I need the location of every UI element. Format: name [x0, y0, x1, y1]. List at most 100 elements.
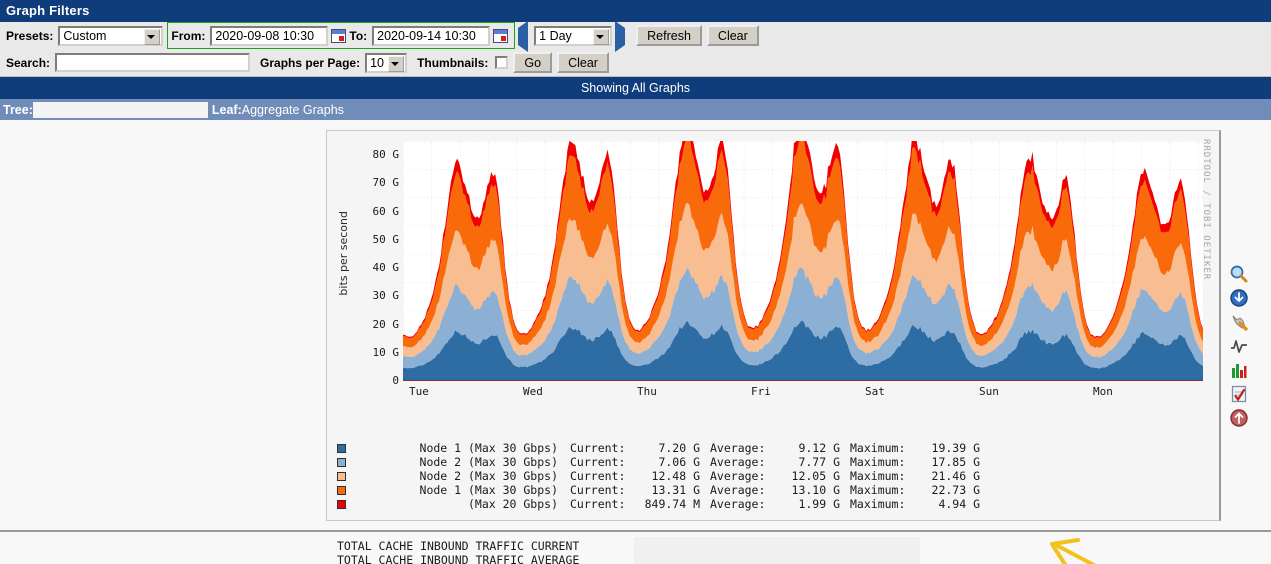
from-date-input[interactable] — [210, 25, 329, 46]
zoom-icon[interactable] — [1229, 264, 1249, 284]
realtime-icon[interactable] — [1229, 336, 1249, 356]
legend-maximum-label: Maximum: — [850, 497, 906, 511]
legend-series-name: Node 2 (Max 30 Gbps) — [419, 455, 558, 469]
presets-select[interactable]: Custom — [58, 25, 164, 46]
legend-maximum-value: 22.73 G — [931, 483, 980, 497]
chevron-left-icon — [518, 21, 529, 52]
panel-title: Graph Filters — [0, 0, 1271, 22]
y-tick-label: 60 G — [372, 204, 400, 218]
legend-current-value: 849.74 M — [644, 497, 700, 511]
filter-row-bottom: Search: Graphs per Page: 10 Thumbnails: … — [0, 49, 1271, 76]
x-tick-label: Mon — [1093, 385, 1113, 398]
leaf-value: Aggregate Graphs — [241, 102, 344, 117]
y-tick-label: 10 G — [372, 345, 400, 359]
legend-average-value: 12.05 G — [791, 469, 840, 483]
csv-export-icon[interactable] — [1229, 360, 1249, 380]
filter-row-top: Presets: Custom From: To: 1 Day Refresh — [0, 21, 1271, 52]
legend-current-value: 13.31 G — [651, 483, 700, 497]
go-button[interactable]: Go — [513, 52, 553, 73]
y-tick-label: 50 G — [372, 232, 400, 246]
y-axis-ticks: 0 10 G 20 G 30 G 40 G 50 G 60 G 70 G 80 G — [351, 141, 400, 387]
legend-average-value: 13.10 G — [791, 483, 840, 497]
previous-timespan-button[interactable] — [518, 21, 531, 52]
legend-maximum-value: 4.94 G — [938, 497, 980, 511]
date-range-group: From: To: — [167, 22, 516, 49]
legend-maximum-value: 19.39 G — [931, 441, 980, 455]
legend-maximum-label: Maximum: — [850, 455, 906, 469]
graphs-per-page-label: Graphs per Page: — [260, 55, 361, 70]
legend-color-swatch — [337, 485, 346, 495]
y-tick-label: 0 — [392, 374, 399, 387]
legend-maximum-label: Maximum: — [850, 483, 906, 497]
calendar-icon-to[interactable] — [493, 28, 509, 43]
legend-color-swatch — [337, 499, 346, 509]
legend-row: Node 2 (Max 30 Gbps) Current: 7.06 G Averag… — [337, 455, 990, 469]
presets-label: Presets: — [6, 28, 54, 43]
legend-average-value: 7.77 G — [798, 455, 840, 469]
legend-average-label: Average: — [710, 441, 766, 455]
next-timespan-button[interactable] — [615, 21, 628, 52]
legend-maximum-value: 21.46 G — [931, 469, 980, 483]
legend-current-value: 7.06 G — [658, 455, 700, 469]
interval-select-wrapper[interactable]: 1 Day — [534, 25, 613, 46]
from-label: From: — [171, 28, 206, 43]
legend-current-label: Current: — [570, 469, 626, 483]
y-tick-label: 80 G — [372, 148, 400, 162]
legend-series-name: Node 1 (Max 30 Gbps) — [419, 483, 558, 497]
y-tick-label: 70 G — [372, 176, 400, 190]
x-tick-label: Wed — [523, 385, 543, 398]
graph-action-icons — [1226, 264, 1252, 428]
to-date-input[interactable] — [372, 25, 491, 46]
legend-row: Node 2 (Max 30 Gbps) Current: 12.48 G Avera… — [337, 469, 990, 483]
x-tick-label: Tue — [409, 385, 429, 398]
legend-average-label: Average: — [710, 483, 766, 497]
legend-series-name: Node 2 (Max 30 Gbps) — [419, 469, 558, 483]
legend-current-value: 7.20 G — [658, 441, 700, 455]
page-top-icon[interactable] — [1229, 408, 1249, 428]
thumbnails-label: Thumbnails: — [417, 55, 489, 70]
y-axis-label: bits per second — [337, 211, 350, 296]
bottom-panel — [634, 537, 920, 564]
stacked-area-chart — [403, 118, 1203, 381]
legend-average-value: 1.99 G — [798, 497, 840, 511]
presets-select-wrapper[interactable]: Custom — [58, 25, 164, 46]
annotation-arrow — [1050, 538, 1097, 564]
graphs-per-page-select[interactable]: 10 — [365, 52, 408, 73]
interval-select[interactable]: 1 Day — [534, 25, 613, 46]
legend-series-name: Node 1 (Max 30 Gbps) — [419, 441, 558, 455]
legend-maximum-label: Maximum: — [850, 441, 906, 455]
to-label: To: — [349, 28, 368, 43]
x-tick-label: Fri — [751, 385, 771, 398]
x-tick-label: Sun — [979, 385, 999, 398]
leaf-label: Leaf: — [211, 102, 242, 117]
legend-series-name: (Max 20 Gbps) — [467, 497, 558, 511]
chevron-right-icon — [615, 21, 626, 52]
calendar-icon-from[interactable] — [331, 28, 347, 43]
legend-average-label: Average: — [710, 469, 766, 483]
graph-filters-panel: Presets: Custom From: To: 1 Day Refresh — [0, 21, 1271, 77]
thumbnails-checkbox[interactable] — [495, 56, 509, 69]
x-tick-label: Thu — [637, 385, 657, 398]
download-icon[interactable] — [1229, 288, 1249, 308]
x-axis-ticks: Tue Wed Thu Fri Sat Sun Mon — [403, 385, 1203, 403]
legend-color-swatch — [337, 457, 346, 467]
clear-button[interactable]: Clear — [706, 25, 759, 46]
refresh-button[interactable]: Refresh — [636, 25, 702, 46]
page-properties-icon[interactable] — [1229, 384, 1249, 404]
legend-total-label: TOTAL CACHE INBOUND TRAFFIC CURRENT — [337, 539, 580, 553]
plot-area — [403, 118, 1203, 381]
legend-color-swatch — [337, 443, 346, 453]
legend-average-label: Average: — [710, 497, 766, 511]
graphs-per-page-select-wrapper[interactable]: 10 — [365, 52, 408, 73]
chart: bits per second 0 10 G 20 G 30 G 40 G 50 G 60 … — [335, 118, 1205, 409]
tree-leaf-breadcrumb: Tree: Leaf: Aggregate Graphs — [0, 99, 1271, 120]
graph-panel: RRDTOOL / TOBI OETIKER bits per second 0… — [326, 118, 1221, 564]
tree-value-field[interactable] — [32, 101, 208, 118]
search-input[interactable] — [55, 53, 251, 72]
clear-search-button[interactable]: Clear — [557, 52, 609, 73]
legend-current-value: 12.48 G — [651, 469, 700, 483]
settings-wrench-icon[interactable] — [1229, 312, 1249, 332]
legend-current-label: Current: — [570, 455, 626, 469]
showing-all-graphs-banner: Showing All Graphs — [0, 77, 1271, 99]
legend-current-label: Current: — [570, 483, 626, 497]
